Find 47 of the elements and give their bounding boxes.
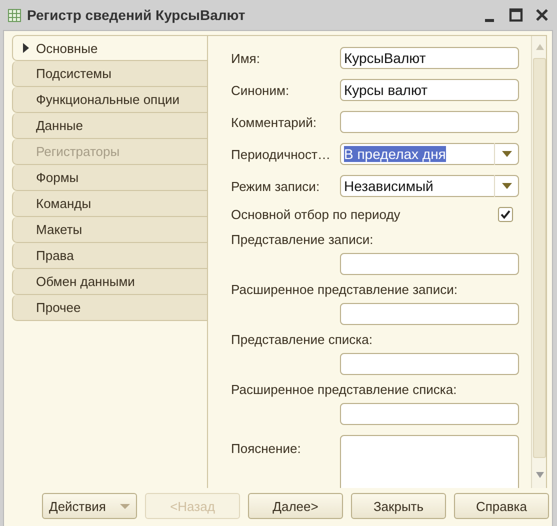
tab[interactable]: Прочее xyxy=(12,295,207,321)
button[interactable]: Далее> xyxy=(248,493,343,519)
button[interactable]: Закрыть xyxy=(351,493,446,519)
scroll-down-icon[interactable] xyxy=(536,472,544,478)
field-label: Пояснение: xyxy=(231,441,302,456)
field-label: Расширенное представление списка: xyxy=(231,381,458,398)
scroll-up-icon[interactable] xyxy=(536,44,544,50)
input-field[interactable] xyxy=(340,403,519,425)
tab[interactable]: Функциональные опции xyxy=(12,87,207,113)
field-label: Периодичност… xyxy=(231,146,332,162)
caret-icon xyxy=(120,504,130,508)
tab[interactable]: Основные xyxy=(12,35,207,61)
field-label: Имя: xyxy=(231,50,261,66)
triangle-icon xyxy=(23,43,29,53)
input-field[interactable] xyxy=(340,253,519,275)
dropdown-field[interactable]: Независимый xyxy=(340,175,519,197)
tab[interactable]: Данные xyxy=(12,113,207,139)
input-field[interactable] xyxy=(340,353,519,375)
dropdown-icon[interactable] xyxy=(494,175,512,197)
field-label: Представление записи: xyxy=(231,231,374,248)
tab[interactable]: Права xyxy=(12,243,207,269)
tab[interactable]: Макеты xyxy=(12,217,207,243)
close-icon[interactable] xyxy=(535,8,549,22)
tab[interactable]: Команды xyxy=(12,191,207,217)
field-label: Представление списка: xyxy=(231,331,374,348)
input-field[interactable] xyxy=(340,303,519,325)
input-field[interactable]: Курсы валют xyxy=(340,79,519,101)
actions-menu-button[interactable]: Действия xyxy=(42,493,137,519)
window-title: Регистр сведений КурсыВалют xyxy=(27,7,246,23)
checkbox-label: Основной отбор по периоду xyxy=(231,207,400,222)
field-label: Комментарий: xyxy=(231,114,318,130)
tab[interactable]: Обмен данными xyxy=(12,269,207,295)
dropdown-icon[interactable] xyxy=(494,143,512,165)
button[interactable]: Справка xyxy=(454,493,549,519)
field-label: Синоним: xyxy=(231,82,290,98)
checkbox[interactable] xyxy=(498,207,513,222)
scrollbar[interactable] xyxy=(531,36,546,488)
table-icon xyxy=(8,8,21,22)
text-area[interactable] xyxy=(340,435,519,488)
dropdown-field[interactable]: В пределах дня xyxy=(340,143,519,165)
input-field[interactable]: КурсыВалют xyxy=(340,47,519,69)
field-label: Режим записи: xyxy=(231,178,321,194)
tab[interactable]: Подсистемы xyxy=(12,61,207,87)
field-label: Расширенное представление записи: xyxy=(231,281,458,298)
tab[interactable]: Формы xyxy=(12,165,207,191)
input-field[interactable] xyxy=(340,111,519,133)
maximize-icon[interactable] xyxy=(509,8,523,22)
